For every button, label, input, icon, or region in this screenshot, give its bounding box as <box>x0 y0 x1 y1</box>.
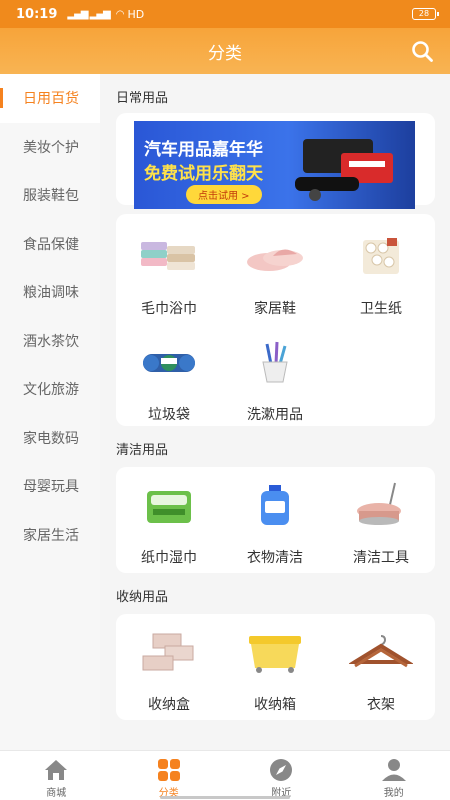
search-icon[interactable] <box>410 39 434 63</box>
status-bar: 10:19 ▂▄▆ ▂▄▆ ◠ HD 28 <box>0 0 450 28</box>
subcategory-item[interactable]: 家居鞋 <box>222 232 328 318</box>
sidebar-item-grain-oil[interactable]: 粮油调味 <box>0 268 100 317</box>
storage-box-icon <box>142 633 194 671</box>
subcategory-label: 清洁工具 <box>353 550 409 566</box>
subcategory-item[interactable]: 卫生纸 <box>328 232 434 318</box>
section-title: 清洁用品 <box>116 443 169 458</box>
sidebar-item-home[interactable]: 家居生活 <box>0 511 100 560</box>
wifi-icon: ◠ <box>115 8 125 20</box>
subcategory-item[interactable]: 收纳盒 <box>116 628 222 714</box>
subcategory-label: 纸巾湿巾 <box>141 550 197 566</box>
subcategory-card-daily: 毛巾浴巾 家居鞋 卫生纸 垃圾袋 洗漱用品 <box>116 214 435 426</box>
slipper-icon <box>247 249 303 271</box>
user-icon <box>381 759 406 781</box>
tab-label: 我的 <box>383 788 404 799</box>
home-indicator <box>160 796 290 799</box>
sidebar-item-label: 家电数码 <box>23 430 79 447</box>
sidebar-item-baby[interactable]: 母婴玩具 <box>0 462 100 511</box>
storage-bin-icon <box>249 636 301 673</box>
toothbrush-cup-icon <box>262 341 288 383</box>
towel-icon <box>141 242 195 270</box>
sidebar-item-label: 家居生活 <box>23 527 79 544</box>
sidebar-item-label: 文化旅游 <box>23 382 79 399</box>
sidebar-item-food[interactable]: 食品保健 <box>0 220 100 269</box>
category-sidebar: 日用百货 美妆个护 服装鞋包 食品保健 粮油调味 酒水茶饮 文化旅游 家电数码 … <box>0 74 100 750</box>
subcategory-label: 卫生纸 <box>360 301 402 317</box>
page-title: 分类 <box>208 43 242 64</box>
toilet-paper-icon <box>363 238 399 274</box>
category-content: 日常用品 汽车用品嘉年华 免费试用乐翻天 点击试用 > 毛巾浴巾 家居鞋 卫生纸… <box>100 74 450 750</box>
banner-card: 汽车用品嘉年华 免费试用乐翻天 点击试用 > <box>116 113 435 209</box>
subcategory-label: 收纳箱 <box>254 697 296 713</box>
banner-cta-button[interactable]: 点击试用 > <box>186 185 262 204</box>
subcategory-item[interactable]: 纸巾湿巾 <box>116 481 222 567</box>
sidebar-item-culture[interactable]: 文化旅游 <box>0 365 100 414</box>
tab-profile[interactable]: 我的 <box>338 751 450 800</box>
banner-line1: 汽车用品嘉年华 <box>144 140 263 160</box>
banner-line2: 免费试用乐翻天 <box>144 164 263 184</box>
tab-mall[interactable]: 商城 <box>0 751 113 800</box>
sidebar-item-label: 服装鞋包 <box>23 188 79 205</box>
subcategory-item[interactable]: 衣物清洁 <box>222 481 328 567</box>
tab-nearby[interactable]: 附近 <box>225 751 338 800</box>
subcategory-item[interactable]: 衣架 <box>328 628 434 714</box>
subcategory-item[interactable]: 洗漱用品 <box>222 338 328 424</box>
sidebar-item-daily[interactable]: 日用百货 <box>0 74 100 123</box>
subcategory-label: 毛巾浴巾 <box>141 301 197 317</box>
subcategory-item[interactable]: 毛巾浴巾 <box>116 232 222 318</box>
tissue-icon <box>147 491 191 523</box>
battery-icon: 28 <box>412 8 439 20</box>
subcategory-label: 衣物清洁 <box>247 550 303 566</box>
signal-icon: ▂▄▆ ▂▄▆ <box>67 8 110 20</box>
subcategory-card-storage: 收纳盒 收纳箱 衣架 <box>116 614 435 720</box>
sidebar-item-clothing[interactable]: 服装鞋包 <box>0 171 100 220</box>
sidebar-item-label: 日用百货 <box>23 91 79 108</box>
sidebar-item-drinks[interactable]: 酒水茶饮 <box>0 317 100 366</box>
sidebar-item-label: 粮油调味 <box>23 285 79 302</box>
subcategory-card-cleaning: 纸巾湿巾 衣物清洁 清洁工具 <box>116 467 435 573</box>
network-label: HD <box>127 7 145 21</box>
sidebar-item-label: 食品保健 <box>23 236 79 253</box>
tab-label: 商城 <box>46 788 67 799</box>
promo-banner[interactable]: 汽车用品嘉年华 免费试用乐翻天 点击试用 > <box>134 121 415 209</box>
subcategory-label: 收纳盒 <box>148 697 190 713</box>
trash-bag-icon <box>143 354 195 372</box>
app-header: 分类 <box>0 28 450 74</box>
car-products-image <box>295 139 393 201</box>
mop-bucket-icon <box>357 482 401 525</box>
subcategory-label: 洗漱用品 <box>247 407 303 423</box>
subcategory-item[interactable]: 收纳箱 <box>222 628 328 714</box>
sidebar-item-label: 母婴玩具 <box>23 479 79 496</box>
detergent-icon <box>261 485 289 525</box>
sidebar-item-electronics[interactable]: 家电数码 <box>0 414 100 463</box>
subcategory-item[interactable]: 清洁工具 <box>328 481 434 567</box>
sidebar-item-label: 酒水茶饮 <box>23 333 79 350</box>
subcategory-label: 垃圾袋 <box>148 407 190 423</box>
section-title: 日常用品 <box>116 91 169 106</box>
bottom-tab-bar: 商城 分类 附近 我的 <box>0 750 450 800</box>
tab-category[interactable]: 分类 <box>113 751 226 800</box>
category-icon <box>157 759 180 781</box>
home-icon <box>45 760 68 780</box>
subcategory-label: 家居鞋 <box>254 301 296 317</box>
subcategory-label: 衣架 <box>367 697 395 713</box>
section-title: 收纳用品 <box>116 590 169 605</box>
compass-icon <box>270 759 293 781</box>
subcategory-item[interactable]: 垃圾袋 <box>116 338 222 424</box>
status-time: 10:19 <box>16 6 58 22</box>
sidebar-item-beauty[interactable]: 美妆个护 <box>0 123 100 172</box>
hanger-icon <box>349 635 413 668</box>
sidebar-item-label: 美妆个护 <box>23 139 79 156</box>
